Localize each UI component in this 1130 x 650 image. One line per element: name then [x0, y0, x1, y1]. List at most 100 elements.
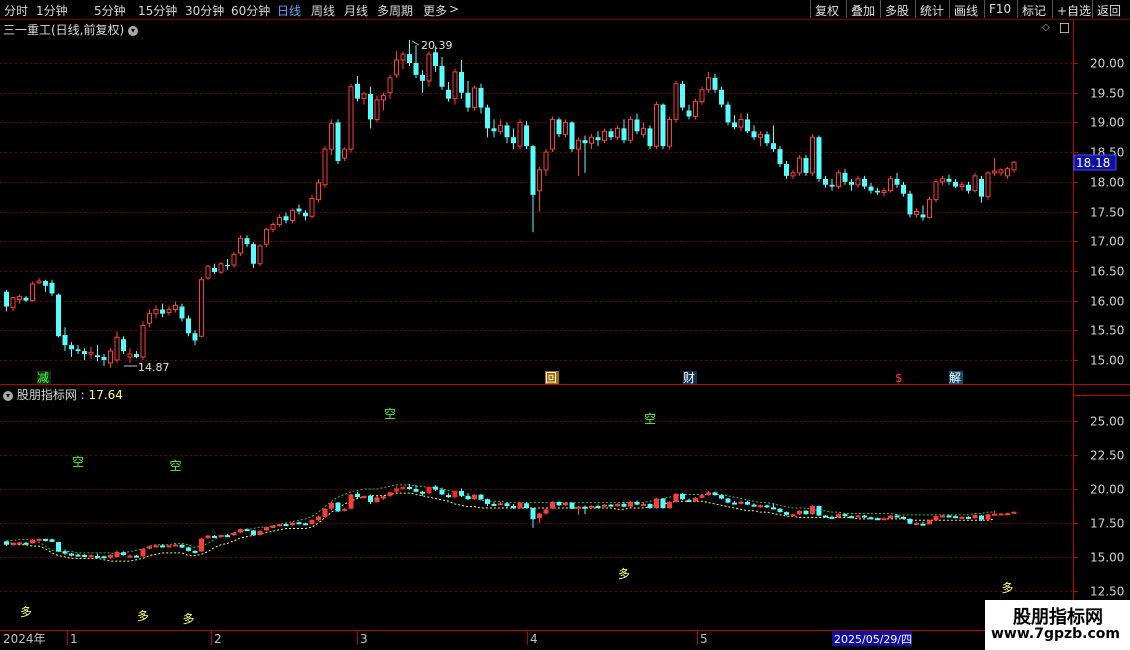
candle-body: [764, 134, 770, 144]
indicator-bar-body: [296, 522, 302, 525]
indicator-bar-body: [452, 491, 458, 498]
indicator-bar-body: [381, 496, 386, 499]
candle-body: [186, 318, 191, 334]
candle-body: [400, 53, 406, 61]
indicator-bar-body: [985, 514, 991, 520]
candle-body: [985, 172, 991, 198]
candle-body: [238, 237, 243, 254]
indicator-bar-body: [940, 515, 945, 518]
indicator-bar-body: [615, 503, 620, 506]
candle-body: [134, 354, 139, 358]
candle-body: [784, 163, 789, 176]
indicator-bar-body: [342, 508, 347, 511]
indicator-bar-body: [485, 499, 490, 504]
indicator-bar-body: [394, 488, 399, 492]
candle-body: [673, 83, 679, 120]
candle-body: [49, 282, 55, 294]
candle-body: [511, 137, 516, 144]
candle-body: [745, 119, 750, 132]
indicator-bar-body: [498, 503, 503, 506]
candle-body: [862, 178, 867, 187]
candle-body: [407, 54, 412, 63]
candle-body: [563, 121, 568, 135]
indicator-bar-body: [368, 496, 373, 502]
candle-body: [283, 216, 289, 221]
signal-duo-label: 多: [20, 605, 32, 619]
candle-body: [387, 77, 393, 94]
indicator-bar-body: [82, 554, 87, 557]
indicator-bar-body: [322, 508, 328, 517]
candle-body: [556, 119, 562, 135]
candle-body: [972, 175, 978, 192]
candle-body: [374, 99, 380, 120]
marker-hui[interactable]: 回: [545, 371, 557, 385]
indicator-bar-body: [927, 520, 932, 525]
indicator-bar-body: [205, 535, 211, 539]
candle-body: [101, 357, 107, 360]
candle-body: [751, 131, 757, 138]
indicator-bar-body: [641, 503, 646, 506]
indicator-bar-body: [628, 501, 633, 507]
candle-body: [712, 77, 718, 90]
indicator-bar-body: [972, 514, 978, 519]
indicator-bar-body: [303, 523, 308, 526]
indicator-bar-body: [420, 491, 425, 494]
indicator-bar-body: [751, 504, 757, 507]
marker-cai[interactable]: 财: [683, 371, 695, 385]
marker-dollar[interactable]: $: [895, 371, 903, 385]
indicator-bar-body: [699, 495, 705, 498]
indicator-bar-body: [56, 542, 61, 552]
candle-body: [381, 95, 386, 101]
indicator-bar-body: [108, 554, 113, 558]
indicator-bar-body: [387, 492, 393, 496]
indicator-bar-body: [1005, 513, 1010, 516]
candle-body: [426, 53, 432, 82]
candle-body: [348, 86, 354, 150]
indicator-upper-line: [6, 484, 995, 555]
candle-body: [257, 245, 263, 265]
marker-jie[interactable]: 解: [949, 371, 961, 385]
candle-body: [907, 193, 913, 215]
candle-body: [316, 182, 321, 201]
candle-body: [992, 170, 997, 174]
indicator-bar-body: [621, 503, 627, 507]
candle-body: [322, 148, 328, 186]
candle-body: [62, 335, 68, 346]
indicator-bar-body: [30, 539, 35, 544]
candle-body: [537, 169, 542, 192]
indicator-bar-body: [771, 507, 776, 510]
candle-body: [36, 280, 42, 284]
candle-body: [88, 351, 94, 355]
candle-body: [803, 158, 809, 173]
indicator-bar-body: [530, 508, 536, 520]
candle-body: [140, 325, 146, 358]
candle-body: [277, 216, 282, 226]
indicator-bar-body: [563, 502, 568, 506]
indicator-bar-body: [88, 555, 94, 558]
candle-body: [335, 122, 341, 162]
candle-body: [888, 178, 893, 192]
marker-jian[interactable]: 减: [37, 371, 49, 385]
candle-body: [303, 212, 308, 217]
candle-body: [836, 172, 841, 188]
indicator-bar-body: [602, 504, 607, 507]
candle-body: [589, 136, 594, 144]
signal-duo-label: 多: [137, 609, 149, 623]
indicator-bar-body: [595, 506, 601, 508]
candle-body: [628, 118, 633, 141]
indicator-bar-body: [810, 506, 815, 515]
kline-chart[interactable]: 20.0019.5019.0018.5018.0017.5017.0016.50…: [0, 0, 1130, 650]
candle-body: [296, 208, 302, 212]
candle-body: [452, 71, 458, 100]
candle-body: [465, 92, 471, 108]
indicator-bar-body: [920, 523, 926, 526]
candle-body: [478, 87, 484, 108]
indicator-bar-body: [979, 515, 984, 520]
indicator-bar-body: [335, 502, 341, 512]
candle-body: [634, 119, 640, 132]
candle-body: [725, 104, 731, 123]
indicator-bar-body: [127, 555, 133, 558]
indicator-bar-body: [875, 518, 880, 521]
indicator-bar-body: [992, 513, 997, 516]
candle-body: [660, 104, 666, 147]
